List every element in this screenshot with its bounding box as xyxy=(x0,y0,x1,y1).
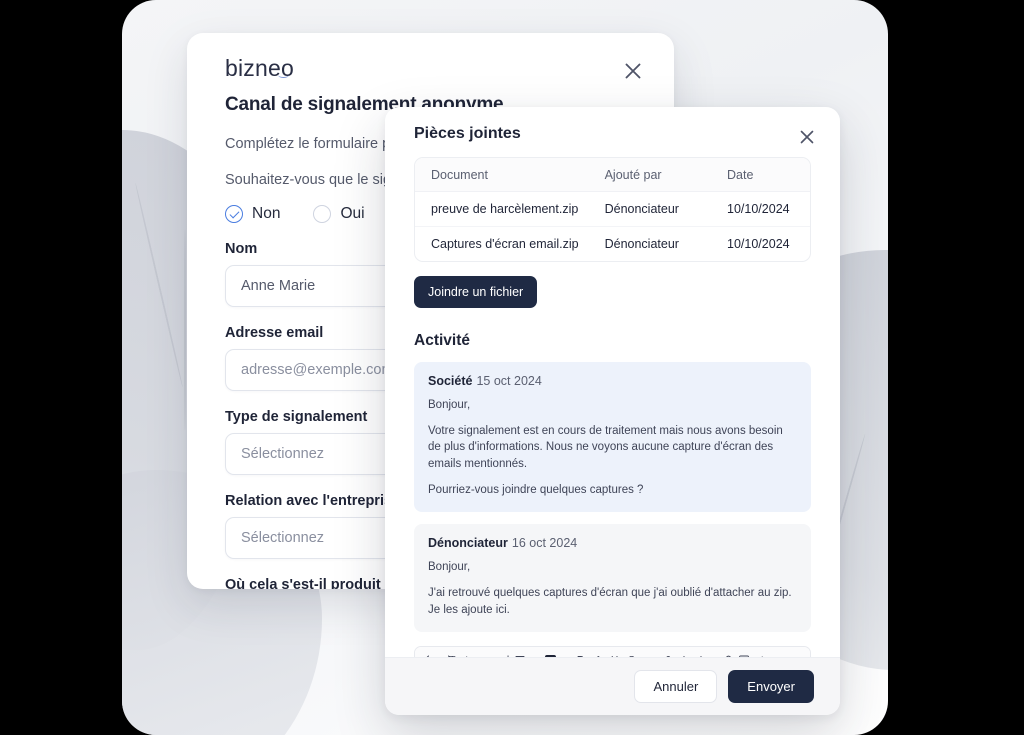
undo-icon[interactable] xyxy=(422,650,437,657)
paragraph-style-select[interactable]: Texte normal xyxy=(449,650,509,657)
table-row: preuve de harcèlement.zip Dénonciateur 1… xyxy=(415,191,810,227)
link-icon[interactable] xyxy=(720,650,735,657)
bullet-list-icon[interactable] xyxy=(681,650,696,657)
code-block-icon[interactable] xyxy=(754,650,769,657)
activity-message-reporter: Dénonciateur 16 oct 2024 Bonjour, J'ai re… xyxy=(414,524,811,633)
message-header: Société 15 oct 2024 xyxy=(428,374,797,388)
quote-icon[interactable] xyxy=(771,650,786,657)
activity-message-company: Société 15 oct 2024 Bonjour, Votre signal… xyxy=(414,362,811,513)
message-author: Dénonciateur xyxy=(428,536,508,551)
align-icon[interactable] xyxy=(512,650,527,657)
attachments-table: Document Ajouté par Date preuve de harcè… xyxy=(415,158,810,261)
dialog-title: Pièces jointes xyxy=(414,125,521,142)
message-line: Votre signalement est en cours de traite… xyxy=(428,424,783,471)
attachment-link[interactable]: Captures d'écran email.zip xyxy=(415,227,605,262)
message-author: Société xyxy=(428,374,473,388)
attachment-link[interactable]: preuve de harcèlement.zip xyxy=(415,191,605,227)
message-header: Dénonciateur 16 oct 2024 xyxy=(428,536,797,550)
app-canvas: bizneo Canal de signalement anonyme Comp… xyxy=(122,0,888,735)
attachment-date: 10/10/2024 xyxy=(727,237,790,251)
strikethrough-icon[interactable]: S xyxy=(624,650,639,657)
message-date: 16 oct 2024 xyxy=(511,536,578,551)
close-icon[interactable] xyxy=(620,58,646,84)
attach-file-button[interactable]: Joindre un fichier xyxy=(414,276,538,308)
text-color-swatch[interactable] xyxy=(543,650,558,657)
column-header-document: Document xyxy=(415,158,605,192)
bizneo-logo: bizneo xyxy=(225,55,294,82)
inline-code-icon[interactable] xyxy=(641,650,656,657)
decorative-line-1 xyxy=(134,182,184,388)
logo-smile-accent xyxy=(278,72,289,78)
radio-non-label: Non xyxy=(252,205,281,222)
message-date: 15 oct 2024 xyxy=(476,374,542,388)
message-line: Bonjour, xyxy=(428,399,471,411)
table-row: Captures d'écran email.zip Dénonciateur … xyxy=(415,227,810,262)
submit-button[interactable]: Envoyer xyxy=(728,670,814,703)
activity-section-title: Activité xyxy=(414,332,470,349)
clear-format-icon[interactable] xyxy=(658,650,673,657)
editor-toolbar: Texte normal ▾ ▾ ▾ B I U S xyxy=(415,647,810,657)
dialog-body: Pièces jointes Document Ajouté par Date … xyxy=(385,107,840,657)
attachments-dialog: Pièces jointes Document Ajouté par Date … xyxy=(385,107,840,715)
numbered-list-icon[interactable] xyxy=(698,650,713,657)
table-header-row: Document Ajouté par Date xyxy=(415,158,810,192)
decorative-line-2 xyxy=(184,229,186,431)
bold-icon[interactable]: B xyxy=(573,650,588,657)
column-header-added-by: Ajouté par xyxy=(604,158,728,192)
italic-icon[interactable]: I xyxy=(590,650,605,657)
dialog-footer: Annuler Envoyer xyxy=(385,657,840,715)
reply-editor: Texte normal ▾ ▾ ▾ B I U S xyxy=(414,646,811,657)
message-line: Bonjour, xyxy=(428,561,471,574)
close-icon[interactable] xyxy=(796,126,818,148)
image-icon[interactable] xyxy=(737,650,752,657)
radio-oui[interactable] xyxy=(313,205,332,223)
horizontal-rule-icon[interactable] xyxy=(788,650,803,657)
attachment-added-by: Dénonciateur xyxy=(604,191,728,227)
attachment-date: 10/10/2024 xyxy=(727,191,810,227)
radio-oui-label: Oui xyxy=(340,205,365,222)
radio-non[interactable] xyxy=(225,205,243,223)
column-header-date: Date xyxy=(727,158,810,192)
cancel-button[interactable]: Annuler xyxy=(634,670,718,703)
message-line: Pourriez-vous joindre quelques captures … xyxy=(428,483,644,496)
message-line: J'ai retrouvé quelques captures d'écran … xyxy=(428,587,792,616)
attachments-table-card: Document Ajouté par Date preuve de harcè… xyxy=(414,157,811,262)
underline-icon[interactable]: U xyxy=(607,650,622,657)
attachment-added-by: Dénonciateur xyxy=(604,237,679,251)
